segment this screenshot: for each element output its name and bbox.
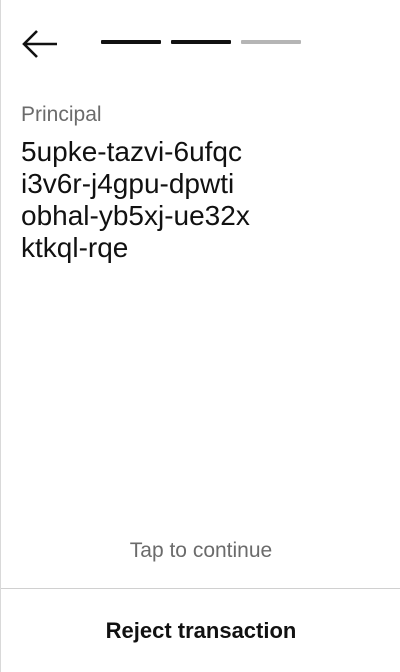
progress-steps [101, 40, 301, 44]
principal-label: Principal [21, 103, 102, 126]
principal-value: 5upke-tazvi-6ufqc i3v6r-j4gpu-dpwti obha… [21, 136, 381, 264]
header [1, 0, 400, 90]
principal-line: obhal-yb5xj-ue32x [21, 200, 250, 231]
principal-line: 5upke-tazvi-6ufqc [21, 136, 243, 167]
back-button[interactable] [21, 27, 61, 61]
reject-transaction-button[interactable]: Reject transaction [1, 589, 400, 672]
principal-line: i3v6r-j4gpu-dpwti [21, 168, 235, 199]
tap-to-continue-hint[interactable]: Tap to continue [1, 536, 400, 566]
principal-section: Principal 5upke-tazvi-6ufqc i3v6r-j4gpu-… [21, 100, 381, 264]
step-3-indicator [241, 40, 301, 44]
step-1-indicator [101, 40, 161, 44]
principal-line: ktkql-rqe [21, 232, 129, 263]
transaction-screen: Principal 5upke-tazvi-6ufqc i3v6r-j4gpu-… [0, 0, 400, 672]
arrow-left-icon [22, 30, 57, 58]
step-2-indicator [171, 40, 231, 44]
